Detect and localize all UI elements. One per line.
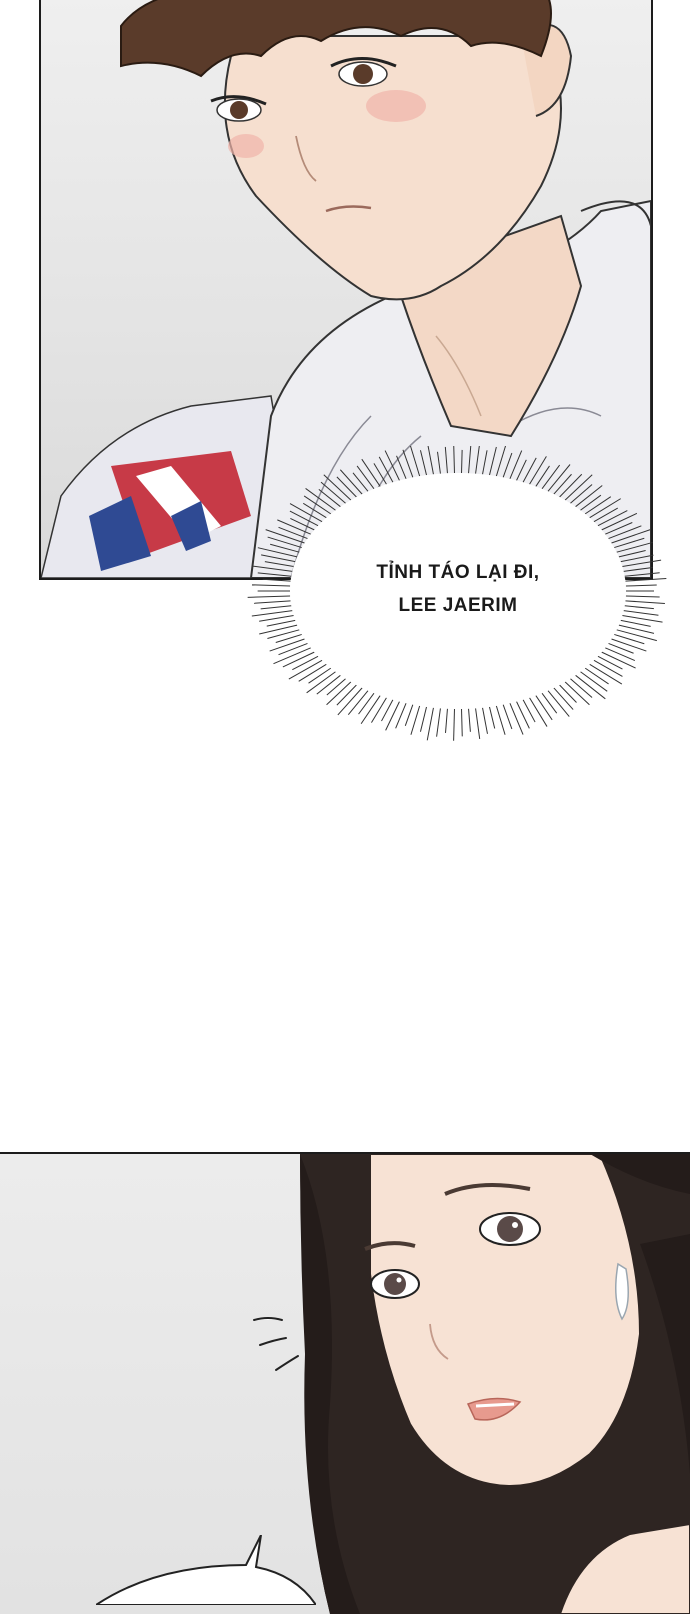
thought-bubble: TỈNH TÁO LẠI ĐI, LEE JAERIM xyxy=(246,446,670,746)
thought-bubble-line-1: TỈNH TÁO LẠI ĐI, xyxy=(376,562,540,583)
surprise-lines-icon xyxy=(253,1317,299,1371)
speech-bubble-partial xyxy=(96,1535,316,1605)
thought-bubble-line-2: LEE JAERIM xyxy=(398,595,518,616)
